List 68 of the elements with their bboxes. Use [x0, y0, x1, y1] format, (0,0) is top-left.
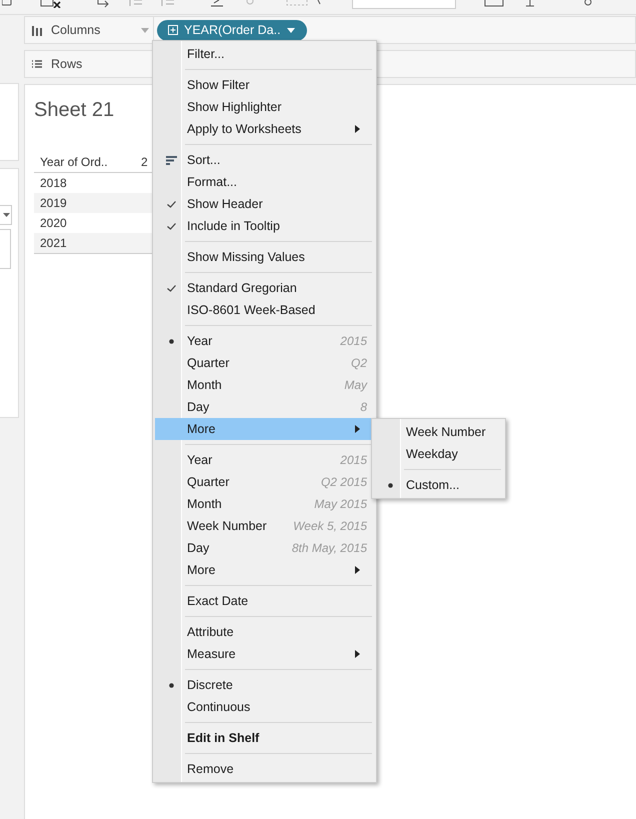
menu-item[interactable]: Exact Date	[155, 590, 374, 612]
menu-item[interactable]: Quarter Q2	[155, 352, 374, 374]
menu-item[interactable]: Discrete	[155, 674, 374, 696]
table-cell: 2018	[40, 176, 67, 190]
columns-icon	[31, 24, 43, 36]
menu-hint: 2015	[340, 334, 368, 348]
table-cell: 2019	[40, 196, 67, 210]
expand-icon	[168, 25, 178, 35]
menu-item[interactable]: Month May 2015	[155, 493, 374, 515]
menu-item[interactable]: Week Number Week 5, 2015	[155, 515, 374, 537]
menu-item[interactable]: Edit in Shelf	[155, 727, 374, 749]
text-icon[interactable]	[525, 0, 535, 8]
sheet-title: Sheet 21	[34, 99, 114, 122]
menu-item[interactable]: Month May	[155, 374, 374, 396]
menu-item[interactable]: Format...	[155, 171, 374, 193]
menu-item[interactable]: Weekday	[374, 443, 503, 465]
menu-item[interactable]: ISO-8601 Week-Based	[155, 299, 374, 321]
column-header: 2	[141, 155, 148, 169]
submenu-arrow-icon	[355, 650, 360, 658]
menu-item[interactable]: Filter...	[155, 43, 374, 65]
presentation-icon[interactable]	[484, 0, 504, 8]
menu-item[interactable]: Standard Gregorian	[155, 277, 374, 299]
menu-item[interactable]: Show Header	[155, 193, 374, 215]
menu-item[interactable]: Remove	[155, 758, 374, 780]
clear-sheet-icon[interactable]	[40, 0, 62, 8]
submenu-arrow-icon	[355, 566, 360, 574]
field-pill[interactable]: YEAR(Order Da..	[157, 20, 307, 40]
menu-item[interactable]: More	[155, 418, 374, 440]
menu-hint: May	[344, 378, 368, 392]
filter-box	[0, 229, 11, 269]
menu-hint: 8	[360, 400, 368, 414]
table-cell: 2020	[40, 216, 67, 230]
menu-item[interactable]: Attribute	[155, 621, 374, 643]
rows-icon	[31, 58, 43, 70]
menu-item[interactable]: Year 2015	[155, 449, 374, 471]
menu-item[interactable]: Sort...	[155, 149, 374, 171]
menu-item[interactable]: Day 8th May, 2015	[155, 537, 374, 559]
menu-item[interactable]: Year 2015	[155, 330, 374, 352]
menu-item[interactable]: Measure	[155, 643, 374, 665]
submenu-arrow-icon	[355, 425, 360, 433]
menu-item[interactable]: Quarter Q2 2015	[155, 471, 374, 493]
menu-item[interactable]: Show Missing Values	[155, 246, 374, 268]
menu-item[interactable]: Apply to Worksheets	[155, 118, 374, 140]
menu-item[interactable]: Show Highlighter	[155, 96, 374, 118]
caret-icon	[3, 213, 10, 217]
sort-icon	[166, 156, 176, 164]
menu-item[interactable]: Continuous	[155, 696, 374, 718]
menu-item[interactable]: Week Number	[374, 421, 503, 443]
menu-hint: Q2	[350, 356, 368, 370]
shelf-label-text: Columns	[51, 23, 100, 37]
menu-item[interactable]: Show Filter	[155, 74, 374, 96]
dropdown[interactable]	[0, 205, 12, 225]
column-header: Year of Ord..	[39, 155, 109, 169]
caret-icon	[286, 28, 295, 32]
menu-item[interactable]: Day 8	[155, 396, 374, 418]
share-icon[interactable]	[583, 0, 593, 8]
menu-hint: Q2 2015	[320, 475, 368, 489]
menu-item[interactable]: Custom...	[374, 474, 503, 496]
submenu-arrow-icon	[355, 125, 360, 133]
menu-item[interactable]: More	[155, 559, 374, 581]
menu-hint: May 2015	[314, 497, 368, 511]
highlight-icon[interactable]	[210, 0, 224, 8]
menu-item[interactable]: Include in Tooltip	[155, 215, 374, 237]
menu-hint: 8th May, 2015	[292, 541, 368, 555]
menu-hint: 2015	[340, 453, 368, 467]
table-cell: 2021	[40, 236, 67, 250]
shelf-label-text: Rows	[51, 57, 82, 71]
menu-hint: Week 5, 2015	[293, 519, 368, 533]
